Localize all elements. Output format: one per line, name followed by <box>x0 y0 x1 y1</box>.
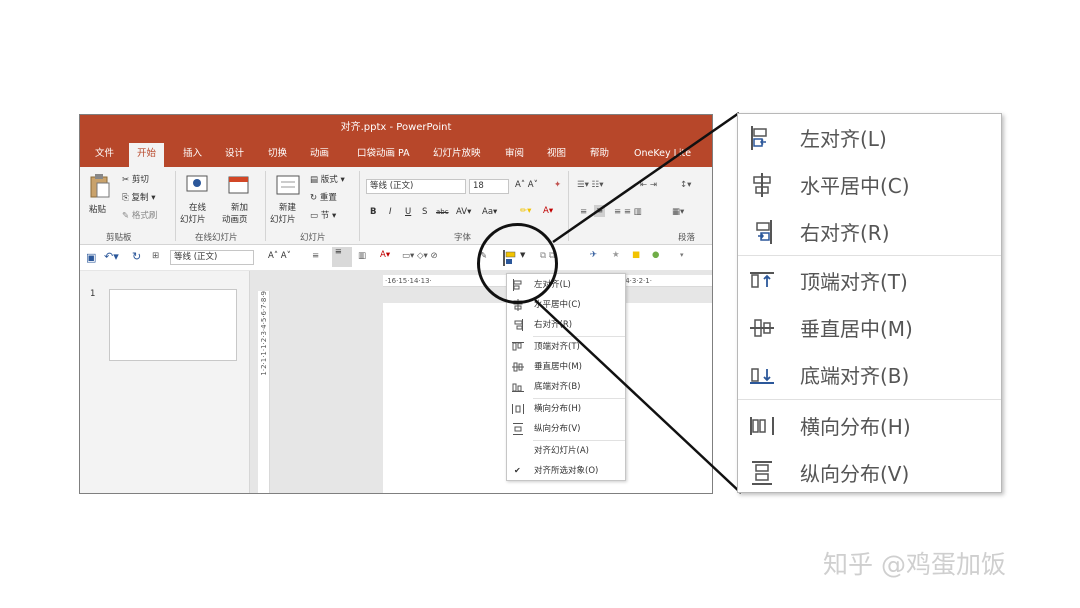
zoom-item-label: 顶端对齐(T) <box>800 270 908 294</box>
distribute-vertical-icon <box>752 461 772 485</box>
zoomed-align-menu: 左对齐(L) 水平居中(C) 右对齐(R) 顶端对齐(T) 垂直居中(M) 底端… <box>737 113 1002 493</box>
zoom-divider <box>738 399 1001 400</box>
zoom-item-label: 水平居中(C) <box>800 174 910 198</box>
watermark: 知乎 @鸡蛋加饭 <box>823 550 1006 579</box>
zoom-item-label: 底端对齐(B) <box>800 364 910 388</box>
align-left-icon <box>751 126 767 150</box>
zoom-item-distribute-horizontally[interactable]: 横向分布(H) <box>738 402 1001 450</box>
callout-line-top <box>552 111 740 244</box>
zoom-item-align-left[interactable]: 左对齐(L) <box>738 114 1001 162</box>
zoom-item-align-right[interactable]: 右对齐(R) <box>738 208 1001 256</box>
distribute-horizontal-icon <box>750 417 774 435</box>
align-center-icon <box>753 173 771 197</box>
zoom-item-label: 垂直居中(M) <box>800 317 913 341</box>
zoom-item-align-middle[interactable]: 垂直居中(M) <box>738 304 1001 352</box>
zoom-item-label: 左对齐(L) <box>800 127 887 151</box>
align-right-icon <box>756 220 772 244</box>
zoom-item-distribute-vertically[interactable]: 纵向分布(V) <box>738 449 1001 497</box>
zoom-item-label: 横向分布(H) <box>800 415 911 439</box>
zoom-divider <box>738 255 1001 256</box>
align-top-icon <box>750 272 774 288</box>
zoom-item-align-center[interactable]: 水平居中(C) <box>738 161 1001 209</box>
zoom-item-label: 右对齐(R) <box>800 221 890 245</box>
zoom-item-align-top[interactable]: 顶端对齐(T) <box>738 257 1001 305</box>
align-middle-icon <box>750 319 774 337</box>
zoom-item-align-bottom[interactable]: 底端对齐(B) <box>738 351 1001 399</box>
zoom-item-label: 纵向分布(V) <box>800 462 910 486</box>
align-bottom-icon <box>750 368 774 384</box>
callout-line-bottom <box>534 299 742 494</box>
